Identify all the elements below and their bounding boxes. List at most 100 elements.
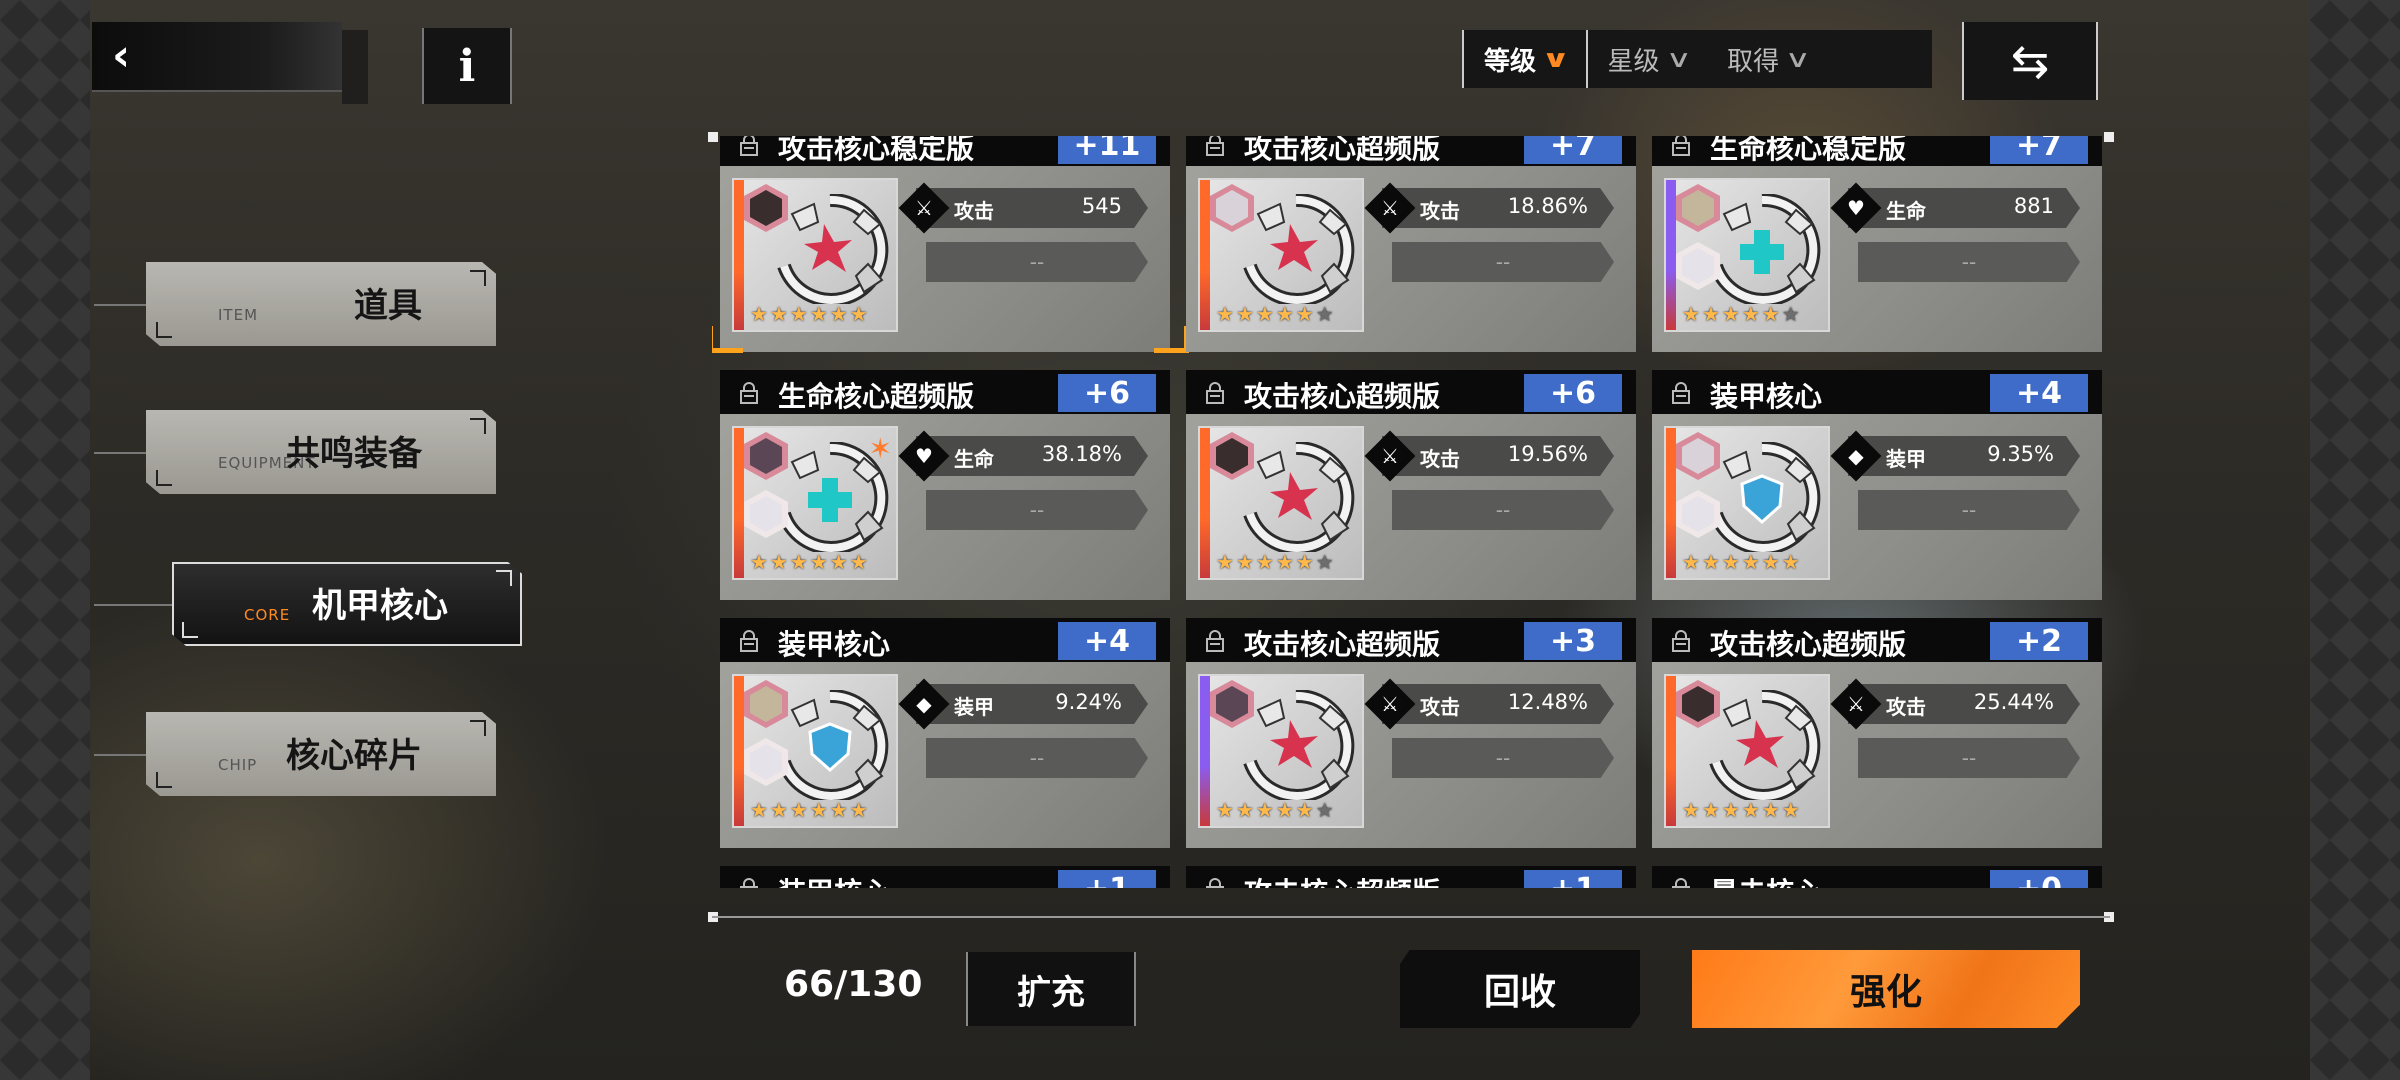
stat-value: 9.35% — [1987, 442, 2054, 466]
sort-filter-2[interactable]: 取得 ∨ — [1707, 30, 1827, 88]
star-icon: ★ — [1682, 550, 1700, 574]
core-card-header: 装甲核心 +1 — [720, 866, 1170, 888]
core-sub-stat-empty: -- — [1392, 738, 1614, 778]
core-card[interactable]: 攻击核心超频版 +7 ★ ★ ★ ★ ★ ★ ⚔ 攻击 18.86% -- — [1186, 136, 1636, 352]
lock-icon[interactable] — [1204, 136, 1226, 156]
core-sub-stat-empty: -- — [1392, 242, 1614, 282]
rarity-strip — [734, 180, 744, 330]
core-card-header: 攻击核心超频版 +7 — [1186, 136, 1636, 166]
sort-filter-1[interactable]: 星级 ∨ — [1588, 30, 1708, 88]
core-name: 攻击核心稳定版 — [778, 136, 975, 165]
core-card-header: 装甲核心 +4 — [720, 618, 1170, 662]
stat-label: 攻击 — [1420, 695, 1460, 719]
expand-button[interactable]: 扩充 — [966, 952, 1136, 1026]
core-attack-icon — [1243, 690, 1355, 800]
core-name: 攻击核心超频版 — [1244, 136, 1441, 165]
nav-item-core[interactable]: CORE 机甲核心 — [172, 562, 522, 646]
chevron-down-icon: ∨ — [1784, 45, 1812, 73]
stat-label: 攻击 — [1886, 695, 1926, 719]
core-card[interactable]: 攻击核心超频版 +3 ★ ★ ★ ★ ★ ★ ⚔ 攻击 12.48% -- — [1186, 618, 1636, 848]
star-icon: ★ — [1275, 798, 1294, 822]
stat-label: 攻击 — [1420, 447, 1460, 471]
core-name: 生命核心超频版 — [778, 380, 975, 413]
star-icon: ★ — [789, 798, 808, 822]
core-card[interactable]: 攻击核心超频版 +2 ★ ★ ★ ★ ★ ★ ⚔ 攻击 25.44% -- — [1652, 618, 2102, 848]
core-card[interactable]: 装甲核心+1 ★★★★★★◆装甲-- — [720, 866, 1170, 888]
star-icon: ★ — [769, 798, 788, 822]
stat-value: 881 — [2013, 194, 2054, 218]
star-icon: ★ — [789, 302, 808, 326]
core-card[interactable]: 生命核心超频版 +6 ✶ ★ ★ ★ ★ ★ ★ ♥ 生命 38.18% -- — [720, 370, 1170, 600]
core-card[interactable]: 攻击核心稳定版 +11 ★ ★ ★ ★ ★ ★ ⚔ 攻击 545 -- — [720, 136, 1170, 352]
star-icon: ★ — [1235, 798, 1254, 822]
core-card[interactable]: 攻击核心超频版+1 ★★★★★★⚔攻击-- — [1186, 866, 1636, 888]
core-level-badge: +2 — [1990, 622, 2088, 660]
corner-bracket — [156, 772, 172, 788]
core-name: 暴击核心 — [1710, 871, 1822, 888]
sort-filter-0[interactable]: 等级 ∨ — [1462, 30, 1588, 88]
lock-icon[interactable] — [1204, 382, 1226, 404]
star-rating: ★ ★ ★ ★ ★ ★ — [1216, 798, 1334, 822]
lock-icon[interactable] — [738, 382, 760, 404]
star-icon: ★ — [1295, 302, 1314, 326]
star-rating: ★ ★ ★ ★ ★ ★ — [1682, 550, 1800, 574]
stat-label: 攻击 — [954, 199, 994, 223]
lock-icon[interactable] — [738, 878, 760, 888]
grid-bottom-divider — [712, 916, 2110, 918]
star-icon: ★ — [1781, 302, 1800, 326]
core-card-header: 攻击核心超频版 +6 — [1186, 370, 1636, 414]
sort-order-toggle-button[interactable]: ⇆ — [1962, 22, 2098, 100]
lock-icon[interactable] — [1670, 382, 1692, 404]
enhance-button[interactable]: 强化 — [1692, 950, 2080, 1028]
nav-item-equipment[interactable]: EQUIPMENT 共鸣装备 — [146, 410, 496, 494]
recycle-button[interactable]: 回收 — [1400, 950, 1640, 1028]
core-card[interactable]: 装甲核心 +4 ★ ★ ★ ★ ★ ★ ◆ 装甲 9.24% -- — [720, 618, 1170, 848]
stat-label: 装甲 — [954, 695, 994, 719]
star-icon: ★ — [829, 798, 848, 822]
lock-icon[interactable] — [738, 136, 760, 156]
back-button[interactable]: ‹ — [92, 22, 342, 92]
selection-corner — [712, 326, 743, 353]
stat-label: 生命 — [1886, 199, 1926, 223]
spark-icon: ✶ — [868, 432, 892, 465]
lock-icon[interactable] — [1204, 878, 1226, 888]
selection-corner — [1154, 326, 1189, 353]
rarity-strip — [1200, 428, 1210, 578]
core-card[interactable]: 生命核心稳定版 +7 ★ ★ ★ ★ ★ ★ ♥ 生命 881 -- — [1652, 136, 2102, 352]
lock-icon[interactable] — [1670, 878, 1692, 888]
nav-item-item[interactable]: ITEM 道具 — [146, 262, 496, 346]
heart-icon: ♥ — [898, 430, 950, 482]
core-grid[interactable]: 攻击核心稳定版 +11 ★ ★ ★ ★ ★ ★ ⚔ 攻击 545 -- 攻击核心超频版 +7 ★ ★ ★ ★… — [712, 136, 2110, 888]
core-card[interactable]: 装甲核心 +4 ★ ★ ★ ★ ★ ★ ◆ 装甲 9.35% -- — [1652, 370, 2102, 600]
core-card-header: 装甲核心 +4 — [1652, 370, 2102, 414]
core-sub-stat-empty: -- — [1858, 738, 2080, 778]
core-card-header: 攻击核心超频版 +3 — [1186, 618, 1636, 662]
core-card[interactable]: 暴击核心+0 ★★★★★★⚔暴击-- — [1652, 866, 2102, 888]
lock-icon[interactable] — [738, 630, 760, 652]
lock-icon[interactable] — [1204, 630, 1226, 652]
lock-icon[interactable] — [1670, 630, 1692, 652]
star-icon: ★ — [1741, 302, 1760, 326]
star-rating: ★ ★ ★ ★ ★ ★ — [1216, 302, 1334, 326]
core-sub-stat-empty: -- — [926, 242, 1148, 282]
star-icon: ★ — [1741, 550, 1760, 574]
nav-item-chip[interactable]: CHIP 核心碎片 — [146, 712, 496, 796]
core-sub-stat-empty: -- — [1392, 490, 1614, 530]
core-level-badge: +3 — [1524, 622, 1622, 660]
star-icon: ★ — [1721, 798, 1740, 822]
corner-bracket — [182, 622, 198, 638]
star-icon: ★ — [1701, 302, 1720, 326]
lock-icon[interactable] — [1670, 136, 1692, 156]
core-level-badge: +11 — [1058, 136, 1156, 164]
star-icon: ★ — [1781, 798, 1800, 822]
chevron-down-icon: ∨ — [1541, 45, 1571, 73]
core-card[interactable]: 攻击核心超频版 +6 ★ ★ ★ ★ ★ ★ ⚔ 攻击 19.56% -- — [1186, 370, 1636, 600]
star-rating: ★ ★ ★ ★ ★ ★ — [750, 798, 868, 822]
sword-icon: ⚔ — [1364, 182, 1416, 234]
core-portrait: ★ ★ ★ ★ ★ ★ — [732, 178, 898, 332]
star-icon: ★ — [750, 550, 768, 574]
info-button[interactable]: i — [422, 28, 512, 104]
info-icon: i — [458, 40, 476, 92]
star-icon: ★ — [809, 302, 828, 326]
nav-item-en-label: ITEM — [218, 306, 259, 324]
